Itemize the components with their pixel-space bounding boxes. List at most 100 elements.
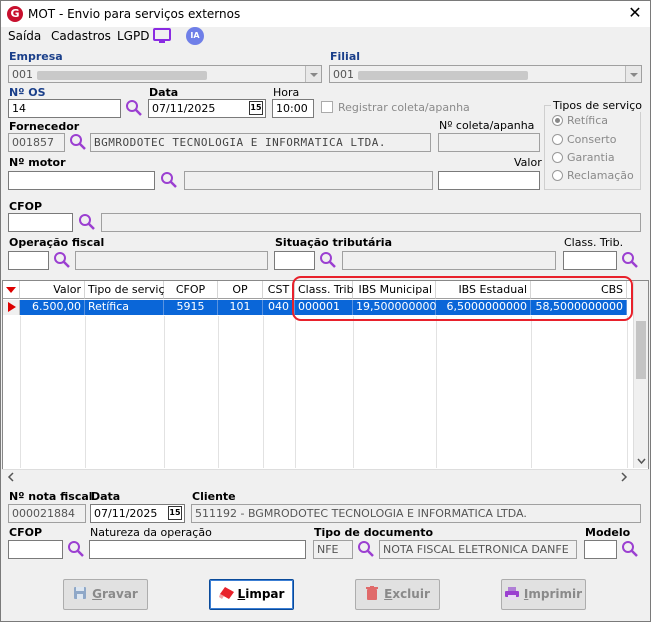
registrar-coleta-checkbox[interactable]: Registrar coleta/apanha <box>321 101 470 114</box>
nota-fiscal-label: Nº nota fiscal <box>9 490 93 503</box>
row-indicator[interactable] <box>3 300 20 315</box>
grid-line <box>627 316 628 468</box>
filial-label: Filial <box>330 50 361 63</box>
col-header-cfop[interactable]: CFOP <box>164 281 218 299</box>
cfop-description <box>101 213 641 232</box>
situacao-tributaria-description <box>342 251 556 270</box>
search-icon[interactable] <box>357 540 375 558</box>
scroll-down-icon[interactable] <box>634 456 649 468</box>
cell-cst[interactable]: 040 <box>263 300 295 315</box>
calendar-icon[interactable]: 15 <box>168 506 182 520</box>
search-icon[interactable] <box>621 251 639 269</box>
radio-reclamacao[interactable]: Reclamação <box>552 169 634 182</box>
radio-label: Retífica <box>567 114 609 127</box>
data-label: Data <box>149 86 179 99</box>
search-icon[interactable] <box>78 213 96 231</box>
grid-vertical-scrollbar[interactable] <box>633 281 648 468</box>
os-input[interactable]: 14 <box>8 99 121 118</box>
col-header-cst[interactable]: CST <box>263 281 295 299</box>
menu-cadastros[interactable]: Cadastros <box>51 29 111 43</box>
col-header-valor[interactable]: Valor <box>20 281 85 299</box>
app-logo-icon: G <box>7 6 23 22</box>
grid-line <box>353 316 354 468</box>
grid-line <box>531 316 532 468</box>
radio-conserto[interactable]: Conserto <box>552 133 616 146</box>
menu-saida[interactable]: Saída <box>8 29 41 43</box>
grid-line <box>436 316 437 468</box>
col-header-tipo-servico[interactable]: Tipo de serviço <box>85 281 171 299</box>
fornecedor-label: Fornecedor <box>9 120 80 133</box>
scroll-left-icon[interactable] <box>5 471 17 483</box>
grid-horizontal-scrollbar[interactable] <box>2 469 649 483</box>
class-trib-label: Class. Trib. <box>564 236 624 249</box>
data-value: 07/11/2025 <box>152 102 216 115</box>
cell-op[interactable]: 101 <box>218 300 263 315</box>
motor-input[interactable] <box>8 171 155 190</box>
coleta-input[interactable] <box>438 133 540 152</box>
search-icon[interactable] <box>53 251 71 269</box>
modelo-label: Modelo <box>585 526 631 539</box>
natureza-input[interactable] <box>89 540 306 559</box>
os-label: Nº OS <box>9 86 46 99</box>
gravar-button[interactable]: Gravar <box>63 579 148 610</box>
empresa-select[interactable]: 001 <box>8 65 322 83</box>
menu-lgpd[interactable]: LGPD <box>117 29 149 43</box>
imprimir-button[interactable]: Imprimir <box>501 579 586 610</box>
excluir-button[interactable]: Excluir <box>355 579 440 610</box>
tipo-documento-code[interactable]: NFE <box>313 540 353 559</box>
cfop-input[interactable] <box>8 213 73 232</box>
motor-description <box>184 171 433 190</box>
radio-garantia[interactable]: Garantia <box>552 151 615 164</box>
cfop-bottom-input[interactable] <box>8 540 63 559</box>
floppy-disk-icon <box>73 582 87 599</box>
cfop-label: CFOP <box>9 200 42 213</box>
grid-line <box>85 316 86 468</box>
tipo-documento-label: Tipo de documento <box>314 526 434 539</box>
close-button[interactable]: ✕ <box>621 3 649 25</box>
data-nota-input[interactable]: 07/11/2025 15 <box>90 504 185 523</box>
window-title: MOT - Envio para serviços externos <box>28 7 241 21</box>
ia-icon[interactable]: IA <box>186 27 204 45</box>
cfop-bottom-label: CFOP <box>9 526 42 539</box>
class-trib-input[interactable] <box>563 251 617 270</box>
search-icon[interactable] <box>160 171 178 189</box>
motor-label: Nº motor <box>9 156 66 169</box>
fornecedor-name: BGMRODOTEC TECNOLOGIA E INFORMATICA LTDA… <box>90 133 431 152</box>
modelo-input[interactable] <box>584 540 617 559</box>
radio-retifica[interactable]: Retífica <box>552 114 608 127</box>
situacao-tributaria-input[interactable] <box>274 251 315 270</box>
hora-input[interactable]: 10:00 <box>272 99 314 118</box>
search-icon[interactable] <box>67 540 85 558</box>
fornecedor-code[interactable]: 001857 <box>8 133 65 152</box>
cliente-label: Cliente <box>192 490 236 503</box>
cliente-input: 511192 - BGMRODOTEC TECNOLOGIA E INFORMA… <box>191 504 641 523</box>
nota-fiscal-input[interactable]: 000021884 <box>8 504 86 523</box>
cell-cfop[interactable]: 5915 <box>164 300 218 315</box>
trash-icon <box>365 582 379 600</box>
eraser-icon <box>218 582 234 599</box>
natureza-label: Natureza da operação <box>90 526 212 539</box>
tipo-documento-name: NOTA FISCAL ELETRONICA DANFE <box>379 540 577 559</box>
scroll-thumb[interactable] <box>636 321 646 379</box>
radio-icon <box>552 134 563 145</box>
radio-icon <box>552 152 563 163</box>
registrar-label: Registrar coleta/apanha <box>338 101 470 114</box>
cell-tipo-servico[interactable]: Retífica <box>85 300 164 315</box>
filial-select[interactable]: 001 <box>329 65 642 83</box>
scroll-right-icon[interactable] <box>618 471 630 483</box>
search-icon[interactable] <box>69 133 87 151</box>
data-input[interactable]: 07/11/2025 15 <box>148 99 266 118</box>
search-icon[interactable] <box>125 99 143 117</box>
grid-corner <box>3 281 20 299</box>
col-header-op[interactable]: OP <box>218 281 263 299</box>
valor-input[interactable] <box>438 171 540 190</box>
tipos-servico-label: Tipos de serviço <box>551 99 644 112</box>
search-icon[interactable] <box>621 540 639 558</box>
operacao-fiscal-input[interactable] <box>8 251 49 270</box>
empresa-label: Empresa <box>9 50 63 63</box>
calendar-icon[interactable]: 15 <box>249 101 263 115</box>
monitor-icon[interactable] <box>153 28 171 47</box>
search-icon[interactable] <box>319 251 337 269</box>
cell-valor[interactable]: 6.500,00 <box>20 300 85 315</box>
limpar-button[interactable]: Limpar <box>209 579 294 610</box>
